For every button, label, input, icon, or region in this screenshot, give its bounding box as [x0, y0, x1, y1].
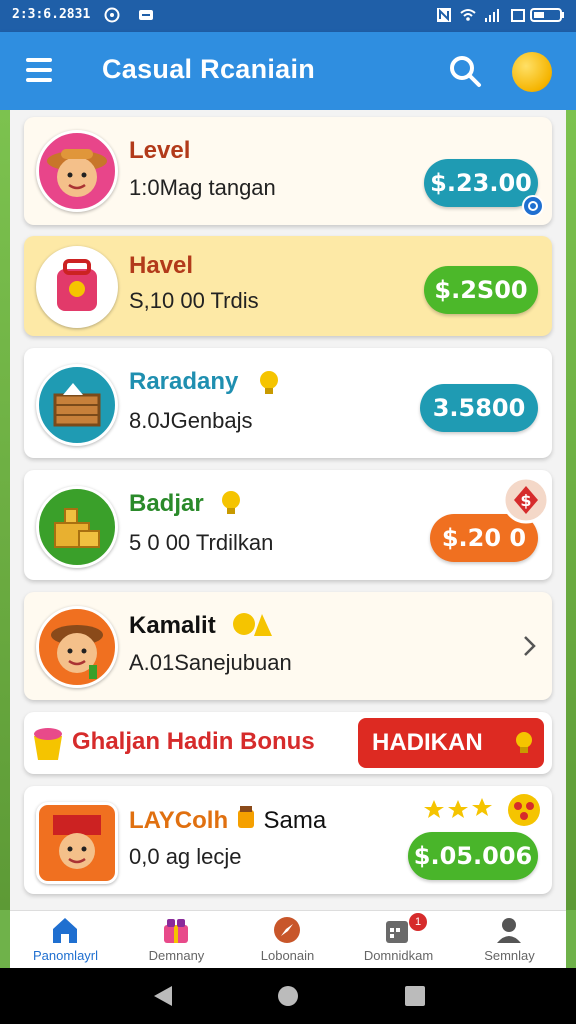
- nav-label: Semnlay: [484, 948, 535, 963]
- wifi-icon: [460, 9, 476, 21]
- bottom-navigation: Panomlayrl Demnany Lobonain 1 Domnidkam …: [10, 910, 566, 969]
- card-title: LAYColh Sama: [129, 804, 326, 835]
- avatar: [36, 364, 118, 446]
- list-item[interactable]: Level 1:0Mag tangan $.23.00: [24, 117, 552, 225]
- nav-label: Panomlayrl: [32, 948, 99, 963]
- card-subtitle: S,10 00 Trdis: [129, 288, 259, 313]
- list-item[interactable]: Kamalit A.01Sanejubuan: [24, 592, 552, 700]
- menu-icon[interactable]: [26, 58, 52, 82]
- back-icon[interactable]: [152, 984, 174, 1008]
- card-subtitle: 5 0 00 Trdilkan: [129, 530, 274, 555]
- lightbulb-icon: [222, 491, 240, 514]
- home-icon: [53, 918, 77, 943]
- money-tag-icon[interactable]: $: [502, 476, 550, 524]
- search-icon[interactable]: [448, 54, 482, 88]
- card-title: Level: [129, 137, 191, 164]
- stars-icon: [424, 798, 492, 818]
- avatar: [36, 246, 118, 328]
- nav-item-profile[interactable]: Semnlay: [454, 911, 565, 969]
- info-icon: [522, 195, 544, 217]
- bonus-banner[interactable]: Ghaljan Hadin Bonus HADIKAN: [24, 712, 552, 774]
- notification-badge: 1: [409, 913, 427, 931]
- nav-item-home[interactable]: Panomlayrl: [10, 911, 121, 969]
- signal-icon: [485, 9, 499, 22]
- card-subtitle: 1:0Mag tangan: [129, 175, 276, 200]
- lightbulb-icon: [260, 371, 278, 394]
- lightbulb-icon: [233, 613, 272, 636]
- list-item[interactable]: LAYColh Sama 0,0 ag lecje $.05.006: [24, 786, 552, 894]
- signal-icon-2: [511, 9, 525, 22]
- card-title: Raradany: [129, 368, 239, 395]
- lightbulb-icon: [516, 732, 532, 753]
- svg-text:$: $: [520, 491, 531, 510]
- jar-icon: [237, 806, 254, 828]
- app-bar: Casual Rcaniain: [0, 32, 576, 110]
- bucket-icon: [34, 728, 62, 760]
- list-item[interactable]: Badjar 5 0 00 Trdilkan $.20 0 $: [24, 470, 552, 580]
- list-item[interactable]: Raradany 8.0JGenbajs 3.5800: [24, 348, 552, 458]
- chevron-right-icon[interactable]: [522, 634, 538, 658]
- bonus-button-label: HADIKAN: [372, 729, 483, 756]
- card-title: Kamalit: [129, 612, 216, 639]
- status-time: 2:3:6.2831: [12, 7, 91, 22]
- card-title-suffix: Sama: [263, 807, 327, 834]
- recents-icon[interactable]: [404, 985, 426, 1007]
- card-title-text: LAYColh: [129, 807, 229, 834]
- avatar: [36, 802, 118, 884]
- status-bar: 2:3:6.2831: [0, 0, 576, 32]
- nav-label: Demnany: [148, 948, 205, 963]
- gift-icon: [164, 919, 188, 943]
- card-title: Havel: [129, 252, 194, 279]
- avatar: [36, 486, 118, 568]
- whatsapp-icon: [104, 7, 120, 23]
- nfc-icon: [437, 8, 451, 22]
- nav-item-calendar[interactable]: 1 Domnidkam: [343, 911, 454, 969]
- list-item[interactable]: Havel S,10 00 Trdis $.2S00: [24, 236, 552, 336]
- bonus-button[interactable]: HADIKAN: [358, 718, 544, 768]
- amount-button[interactable]: $.2S00: [424, 266, 538, 314]
- message-icon: [139, 10, 153, 20]
- nav-label: Lobonain: [260, 948, 315, 963]
- coin-icon[interactable]: [512, 52, 552, 92]
- bonus-text: Ghaljan Hadin Bonus: [72, 728, 315, 755]
- avatar: [36, 606, 118, 688]
- compass-icon: [274, 917, 300, 943]
- profile-icon: [497, 918, 521, 943]
- card-subtitle: 0,0 ag lecje: [129, 844, 242, 869]
- nav-item-gift[interactable]: Demnany: [121, 911, 232, 969]
- app-title: Casual Rcaniain: [102, 54, 316, 84]
- battery-icon: [530, 8, 564, 22]
- avatar: [36, 130, 118, 212]
- home-button-icon[interactable]: [276, 984, 300, 1008]
- nav-label: Domnidkam: [363, 948, 434, 963]
- amount-button[interactable]: 3.5800: [420, 384, 538, 432]
- amount-button[interactable]: $.23.00: [424, 159, 538, 207]
- card-subtitle: A.01Sanejubuan: [129, 650, 292, 675]
- amount-button[interactable]: $.05.006: [408, 832, 538, 880]
- nav-item-explore[interactable]: Lobonain: [232, 911, 343, 969]
- card-title: Badjar: [129, 490, 204, 517]
- system-nav-bar: [0, 968, 576, 1024]
- card-subtitle: 8.0JGenbajs: [129, 408, 253, 433]
- coins-icon: [508, 794, 540, 826]
